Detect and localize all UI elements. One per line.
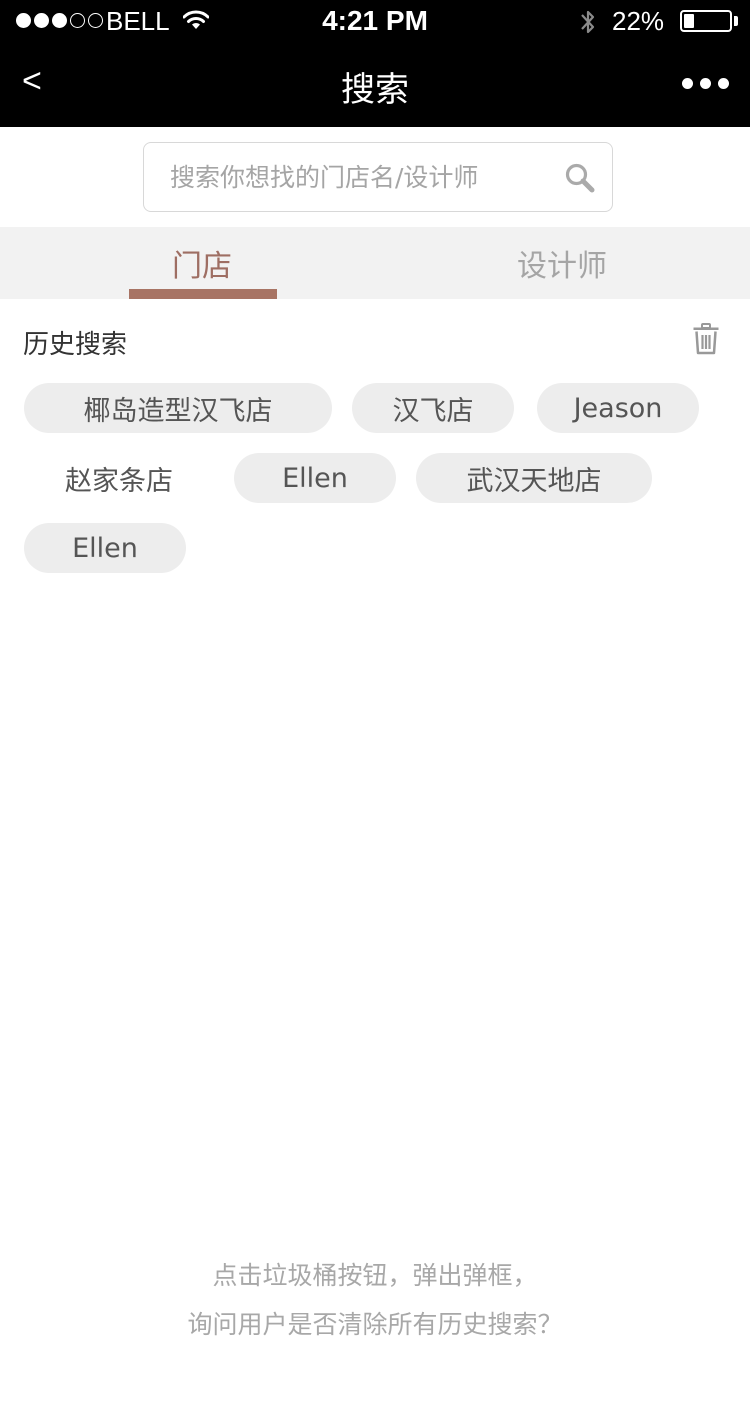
battery-tip <box>734 16 738 26</box>
history-chip[interactable]: Jeason <box>537 383 699 433</box>
history-chip[interactable]: 汉飞店 <box>352 383 514 433</box>
battery-icon <box>680 10 732 32</box>
history-chip[interactable]: Ellen <box>234 453 396 503</box>
status-bar: BELL 4:21 PM 22% <box>0 0 750 44</box>
tab-stores[interactable]: 门店 <box>172 241 232 285</box>
history-chip[interactable]: 赵家条店 <box>24 453 214 503</box>
history-title: 历史搜索 <box>23 330 128 360</box>
history-chip[interactable]: 武汉天地店 <box>416 453 652 503</box>
tab-designers[interactable]: 设计师 <box>517 241 607 285</box>
more-options-icon[interactable] <box>682 78 729 89</box>
bluetooth-icon <box>578 6 598 43</box>
battery-fill <box>684 14 694 28</box>
hint-text-line2: 询问用户是否清除所有历史搜索？ <box>187 1310 563 1339</box>
page-title: 搜索 <box>341 70 409 110</box>
history-chip[interactable]: Ellen <box>24 523 186 573</box>
nav-bar: < 搜索 <box>0 44 750 127</box>
trash-icon[interactable] <box>692 323 720 359</box>
tab-bar: 门店 设计师 <box>0 227 750 299</box>
search-area <box>0 127 750 227</box>
hint-text-line1: 点击垃圾桶按钮，弹出弹框， <box>212 1261 538 1290</box>
search-icon[interactable] <box>564 162 596 198</box>
battery-percent: 22% <box>612 6 665 36</box>
active-tab-indicator <box>129 289 277 299</box>
search-box[interactable] <box>143 142 613 212</box>
history-chip[interactable]: 椰岛造型汉飞店 <box>24 383 332 433</box>
search-input[interactable] <box>170 143 560 211</box>
